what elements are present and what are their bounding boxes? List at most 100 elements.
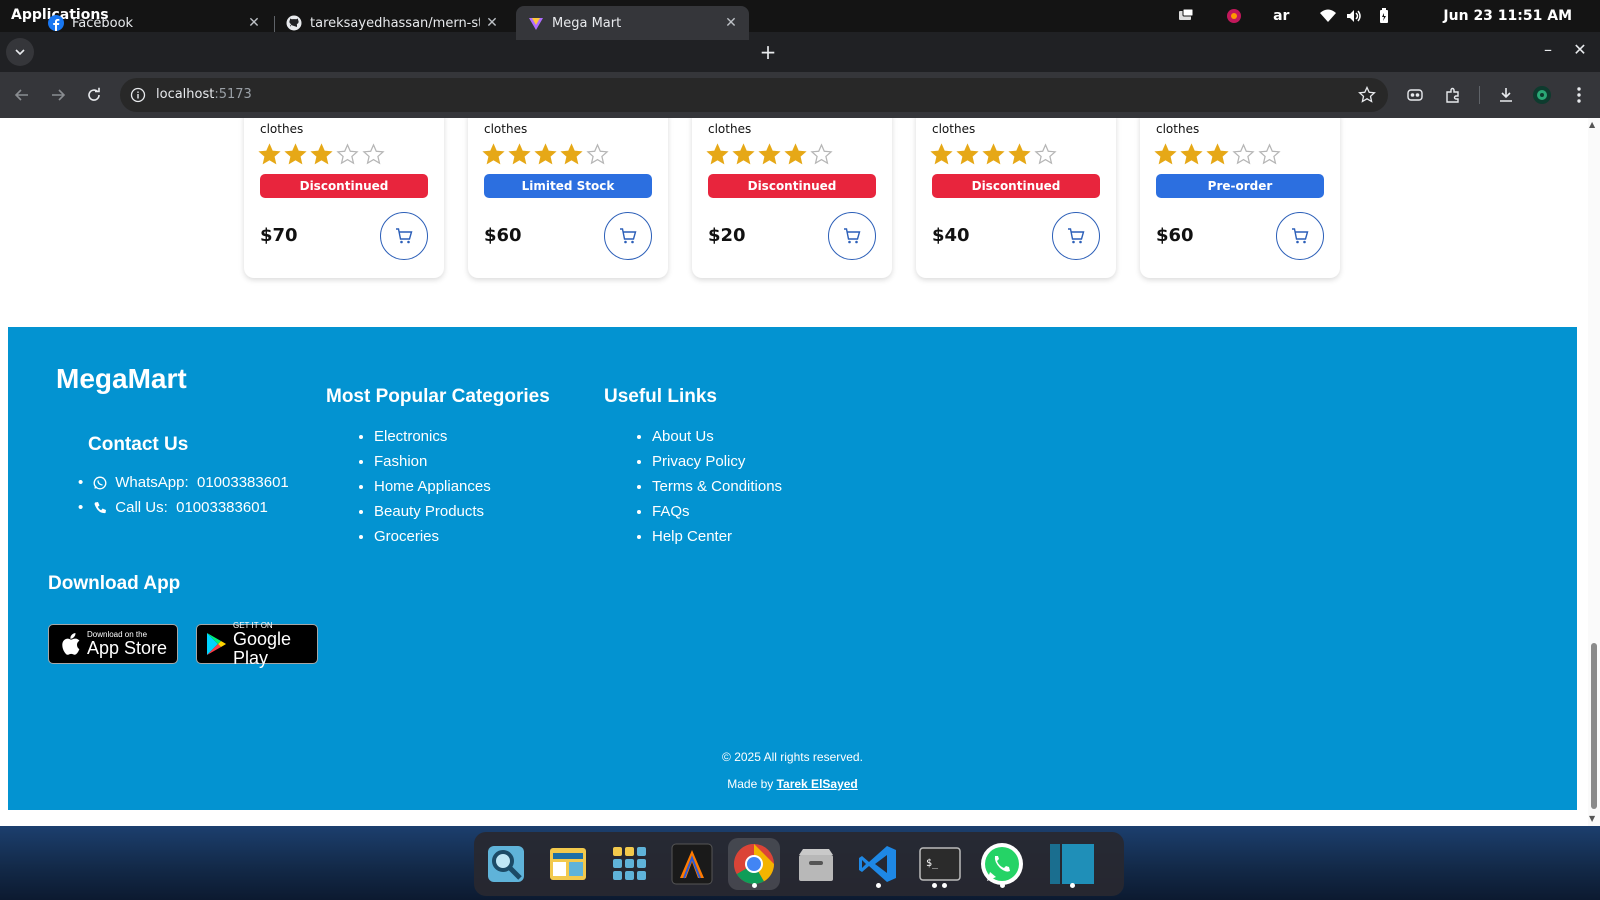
add-to-cart-button[interactable] bbox=[604, 212, 652, 260]
site-footer: MegaMart Contact Us WhatsApp: 0100338360… bbox=[8, 327, 1577, 810]
back-button[interactable] bbox=[10, 83, 34, 107]
whatsapp-icon bbox=[93, 476, 107, 490]
rating-stars bbox=[258, 143, 385, 166]
product-category: clothes bbox=[708, 122, 752, 136]
panel-app-icon[interactable] bbox=[1046, 838, 1098, 890]
tab-close-button[interactable]: ✕ bbox=[719, 15, 743, 31]
contact-call[interactable]: Call Us: 01003383601 bbox=[80, 495, 289, 520]
scroll-up-arrow[interactable]: ▲ bbox=[1589, 120, 1595, 129]
scrollbar-thumb[interactable] bbox=[1591, 643, 1597, 809]
add-to-cart-button[interactable] bbox=[1052, 212, 1100, 260]
star-filled-icon bbox=[284, 143, 307, 165]
category-link[interactable]: Beauty Products bbox=[374, 499, 491, 524]
site-info-icon[interactable] bbox=[128, 85, 148, 105]
star-filled-icon bbox=[1180, 143, 1203, 165]
whatsapp-icon[interactable] bbox=[976, 838, 1028, 890]
cart-icon bbox=[620, 228, 637, 244]
add-to-cart-button[interactable] bbox=[380, 212, 428, 260]
whatsapp-number: 01003383601 bbox=[196, 474, 289, 491]
copyright-text: © 2025 All rights reserved. bbox=[722, 750, 863, 764]
category-link[interactable]: Home Appliances bbox=[374, 474, 491, 499]
file-cabinet-icon[interactable] bbox=[790, 838, 842, 890]
useful-link[interactable]: Terms & Conditions bbox=[652, 474, 782, 499]
contact-list: WhatsApp: 01003383601 Call Us: 010033836… bbox=[80, 470, 289, 520]
new-tab-button[interactable]: + bbox=[756, 40, 780, 64]
category-link[interactable]: Groceries bbox=[374, 524, 491, 549]
google-play-button[interactable]: GET IT ON Google Play bbox=[196, 621, 318, 667]
search-app-icon[interactable] bbox=[480, 838, 532, 890]
arrow-right-icon bbox=[52, 89, 66, 101]
phone-icon bbox=[93, 501, 107, 515]
minimize-button[interactable]: – bbox=[1536, 40, 1560, 59]
downloads-icon[interactable] bbox=[1495, 84, 1517, 106]
files-manager-icon[interactable] bbox=[542, 838, 594, 890]
battery-icon[interactable] bbox=[1375, 7, 1393, 25]
category-link[interactable]: Electronics bbox=[374, 424, 491, 449]
star-filled-icon bbox=[534, 143, 557, 165]
forward-button[interactable] bbox=[46, 83, 70, 107]
url-text[interactable]: localhost:5173 bbox=[156, 87, 252, 102]
useful-link[interactable]: Privacy Policy bbox=[652, 449, 782, 474]
product-card[interactable]: clothes Discontinued $20 bbox=[692, 118, 892, 278]
footer-brand[interactable]: MegaMart bbox=[56, 363, 187, 395]
product-card[interactable]: clothes Discontinued $40 bbox=[916, 118, 1116, 278]
app-store-button[interactable]: Download on the App Store bbox=[48, 624, 178, 664]
reload-button[interactable] bbox=[82, 83, 106, 107]
useful-link[interactable]: About Us bbox=[652, 424, 782, 449]
chrome-icon[interactable] bbox=[728, 838, 780, 890]
toolbar-divider bbox=[1479, 86, 1480, 104]
megamart-icon bbox=[528, 15, 544, 31]
tab-github[interactable]: tareksayedhassan/mern-sta ✕ bbox=[274, 6, 510, 40]
facebook-icon bbox=[48, 15, 64, 31]
wifi-icon[interactable] bbox=[1319, 7, 1337, 25]
google-lens-icon[interactable] bbox=[1404, 84, 1426, 106]
more-menu-icon[interactable] bbox=[1568, 84, 1590, 106]
rating-stars bbox=[1154, 143, 1281, 166]
extensions-puzzle-icon[interactable] bbox=[1442, 84, 1464, 106]
profile-avatar[interactable] bbox=[1531, 84, 1553, 106]
tab-mega-mart[interactable]: Mega Mart ✕ bbox=[516, 6, 749, 40]
call-label: Call Us: bbox=[115, 499, 168, 516]
useful-link[interactable]: FAQs bbox=[652, 499, 782, 524]
useful-links-list: About UsPrivacy PolicyTerms & Conditions… bbox=[652, 424, 782, 549]
rating-stars bbox=[482, 143, 609, 166]
tab-title: tareksayedhassan/mern-sta bbox=[310, 15, 480, 31]
tab-close-button[interactable]: ✕ bbox=[242, 15, 266, 31]
language-indicator[interactable]: ar bbox=[1273, 8, 1289, 24]
github-icon bbox=[286, 15, 302, 31]
tab-facebook[interactable]: Facebook ✕ bbox=[36, 6, 272, 40]
address-bar[interactable]: localhost:5173 bbox=[120, 78, 1388, 112]
tab-close-button[interactable]: ✕ bbox=[480, 15, 504, 31]
tab-search-button[interactable] bbox=[6, 38, 34, 66]
add-to-cart-button[interactable] bbox=[828, 212, 876, 260]
contact-whatsapp[interactable]: WhatsApp: 01003383601 bbox=[80, 470, 289, 495]
page-scrollbar[interactable]: ▲ ▼ bbox=[1588, 118, 1600, 826]
terminal-app-icon[interactable] bbox=[666, 838, 718, 890]
product-price: $20 bbox=[708, 225, 746, 246]
category-link[interactable]: Fashion bbox=[374, 449, 491, 474]
scroll-down-arrow[interactable]: ▼ bbox=[1589, 814, 1595, 823]
console-icon[interactable]: $_ bbox=[914, 838, 966, 890]
color-app-icon[interactable] bbox=[1225, 7, 1243, 25]
categories-title: Most Popular Categories bbox=[326, 386, 550, 407]
author-link[interactable]: Tarek ElSayed bbox=[777, 777, 858, 791]
app-grid-icon[interactable] bbox=[604, 838, 656, 890]
apple-icon bbox=[59, 631, 81, 657]
useful-link[interactable]: Help Center bbox=[652, 524, 782, 549]
close-window-button[interactable]: ✕ bbox=[1568, 40, 1592, 59]
star-empty-icon bbox=[1232, 143, 1255, 165]
screen-share-icon[interactable] bbox=[1177, 7, 1195, 25]
add-to-cart-button[interactable] bbox=[1276, 212, 1324, 260]
bookmark-star-icon[interactable] bbox=[1358, 85, 1376, 104]
vscode-icon[interactable] bbox=[852, 838, 904, 890]
clock[interactable]: Jun 23 11:51 AM bbox=[1443, 8, 1572, 24]
star-empty-icon bbox=[1034, 143, 1057, 165]
star-filled-icon bbox=[560, 143, 583, 165]
star-empty-icon bbox=[1258, 143, 1281, 165]
product-card[interactable]: clothes Discontinued $70 bbox=[244, 118, 444, 278]
volume-icon[interactable] bbox=[1345, 7, 1363, 25]
page-viewport: clothes Discontinued $70 clothes Limited Sto… bbox=[0, 118, 1588, 826]
product-card[interactable]: clothes Limited Stock $60 bbox=[468, 118, 668, 278]
product-card[interactable]: clothes Pre-order $60 bbox=[1140, 118, 1340, 278]
reload-icon bbox=[88, 87, 100, 101]
